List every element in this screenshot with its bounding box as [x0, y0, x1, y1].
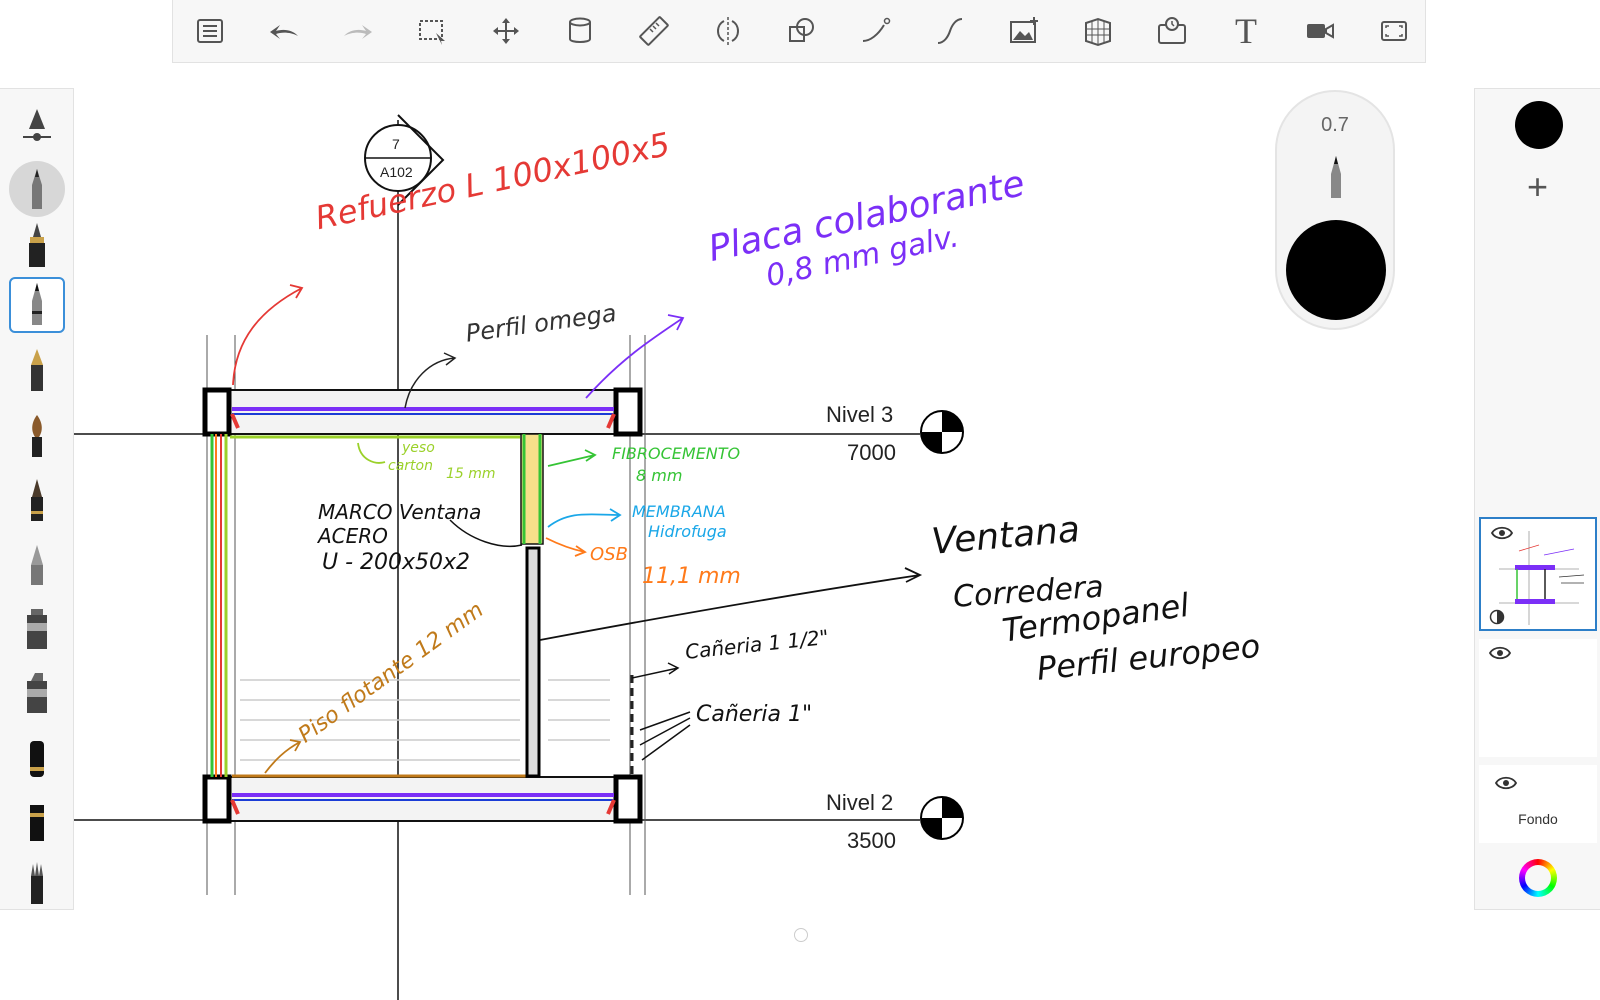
- opacity-value[interactable]: 0.7: [1277, 114, 1393, 137]
- background-layer-label: Fondo: [1518, 811, 1558, 827]
- layer-blend-icon[interactable]: [1489, 609, 1505, 625]
- arrow-caneria-1: [631, 662, 680, 679]
- video-icon[interactable]: [1283, 0, 1357, 63]
- note-osb: OSB: [590, 544, 628, 565]
- level-2-elevation: 3500: [847, 828, 896, 853]
- brush-properties-pill[interactable]: 0.7: [1275, 90, 1395, 330]
- level-3-elevation: 7000: [847, 440, 896, 465]
- current-color-swatch[interactable]: [1515, 101, 1563, 149]
- arrow-osb: [545, 537, 587, 557]
- note-marco-1: MARCO Ventana: [318, 500, 482, 524]
- window-header: [230, 433, 544, 778]
- undo-icon[interactable]: [247, 0, 321, 63]
- note-marco-3: U - 200x50x2: [322, 550, 471, 575]
- add-image-icon[interactable]: [987, 0, 1061, 63]
- pen-preview-icon: [1331, 156, 1341, 198]
- note-yeso-3: 15 mm: [446, 466, 496, 482]
- level-3-marker: [920, 410, 964, 454]
- layer-preview: [1499, 531, 1585, 625]
- section-ref-sheet: A102: [380, 164, 413, 180]
- note-membrana-2: Hidrofuga: [648, 522, 727, 541]
- slab-level-2: [202, 774, 643, 824]
- background-layer[interactable]: Fondo: [1479, 765, 1597, 843]
- paint-brush-icon[interactable]: [9, 409, 65, 465]
- layer-2-thumbnail[interactable]: [1479, 639, 1597, 757]
- airbrush-icon[interactable]: [9, 537, 65, 593]
- top-toolbar: T: [172, 0, 1426, 63]
- redo-icon[interactable]: [321, 0, 395, 63]
- railing-lines: [240, 679, 610, 761]
- brush-size-dot[interactable]: [1286, 220, 1386, 320]
- slab-level-3: [202, 387, 643, 437]
- level-3-name: Nivel 3: [826, 402, 894, 427]
- arrow-fibro: [547, 449, 597, 467]
- section-ref-number: 7: [392, 136, 400, 152]
- transform-icon[interactable]: [469, 0, 543, 63]
- fill-icon[interactable]: [543, 0, 617, 63]
- stroke-icon[interactable]: [839, 0, 913, 63]
- shape-icon[interactable]: [765, 0, 839, 63]
- note-membrana-1: MEMBRANA: [632, 502, 726, 521]
- note-caneria-2: Cañeria 1": [696, 702, 813, 727]
- layer-1-thumbnail[interactable]: [1479, 517, 1597, 631]
- arrow-caneria-2: [639, 711, 691, 761]
- arrow-piso: [264, 739, 302, 774]
- felt-tip-icon[interactable]: [9, 473, 65, 529]
- technical-pen-icon[interactable]: [9, 277, 65, 333]
- curve-icon[interactable]: [913, 0, 987, 63]
- pencil-icon[interactable]: [9, 161, 65, 217]
- text-icon[interactable]: T: [1209, 0, 1283, 63]
- left-wall: [210, 434, 228, 777]
- perspective-icon[interactable]: [1061, 0, 1135, 63]
- color-wheel-icon[interactable]: [1519, 859, 1557, 897]
- note-osb-mm: 11,1 mm: [642, 564, 741, 589]
- smudge-icon[interactable]: [9, 855, 65, 905]
- level-2-name: Nivel 2: [826, 790, 894, 815]
- inking-pen-icon[interactable]: [9, 217, 65, 273]
- eye-icon[interactable]: [1495, 775, 1517, 791]
- hard-eraser-icon[interactable]: [9, 793, 65, 849]
- arrow-membrana: [547, 508, 622, 528]
- chisel-marker-icon[interactable]: [9, 665, 65, 721]
- fullscreen-icon[interactable]: [1357, 0, 1431, 63]
- size-slider-icon[interactable]: [9, 97, 65, 153]
- eye-icon[interactable]: [1489, 645, 1511, 661]
- soft-eraser-icon[interactable]: [9, 729, 65, 785]
- selection-icon[interactable]: [395, 0, 469, 63]
- layer-panel: + Fondo: [1474, 88, 1600, 910]
- level-2-marker: [920, 796, 964, 840]
- symmetry-icon[interactable]: [691, 0, 765, 63]
- fountain-pen-icon[interactable]: [9, 343, 65, 399]
- note-fibro-2: 8 mm: [636, 466, 683, 485]
- marker-icon[interactable]: [9, 601, 65, 657]
- note-marco-2: ACERO: [318, 524, 388, 548]
- arrow-refuerzo: [232, 284, 304, 386]
- note-fibro-1: FIBROCEMENTO: [612, 444, 741, 463]
- arrow-yeso: [357, 442, 386, 464]
- timelapse-icon[interactable]: [1135, 0, 1209, 63]
- brush-panel: [0, 88, 74, 910]
- page-indicator: [794, 928, 808, 942]
- note-yeso-1: yeso: [402, 440, 435, 456]
- list-icon[interactable]: [173, 0, 247, 63]
- ruler-icon[interactable]: [617, 0, 691, 63]
- drawing-canvas[interactable]: [74, 63, 1474, 1000]
- note-yeso-2: carton: [388, 458, 433, 474]
- add-layer-button[interactable]: +: [1475, 167, 1600, 207]
